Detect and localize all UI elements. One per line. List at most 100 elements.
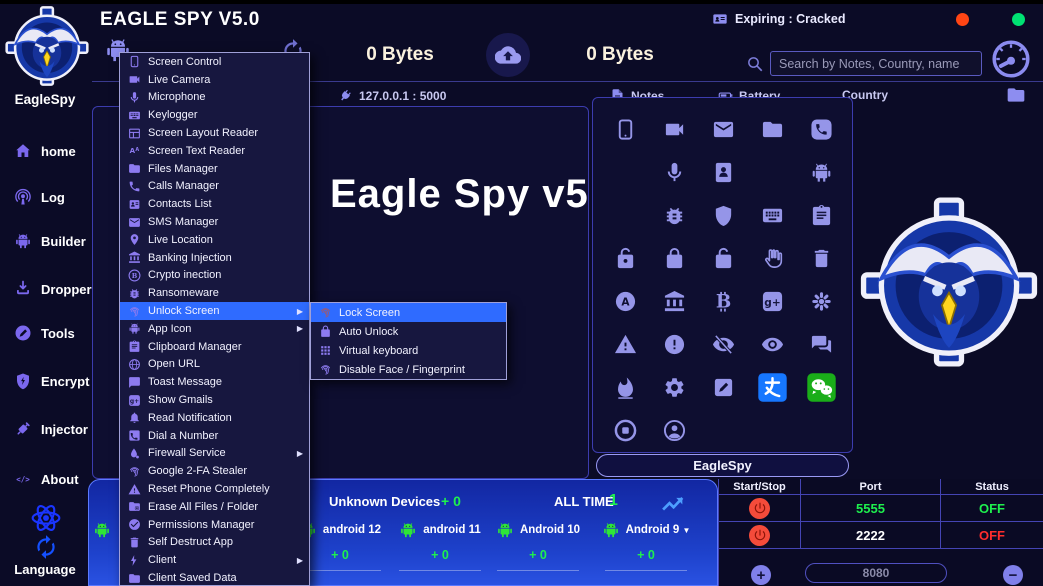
menu-item-screen-layout-reader[interactable]: Screen Layout Reader: [120, 124, 309, 142]
menu-item-banking-injection[interactable]: Banking Injection: [120, 249, 309, 267]
menu-item-contacts-list[interactable]: Contacts List: [120, 195, 309, 213]
bank-icon[interactable]: [663, 290, 686, 313]
sidebar-item-dropper[interactable]: Dropper: [14, 280, 90, 298]
menu-item-microphone[interactable]: Microphone: [120, 89, 309, 107]
android-icon[interactable]: [810, 161, 833, 184]
add-port-button[interactable]: +: [751, 565, 771, 585]
contacts-book-icon[interactable]: [712, 161, 735, 184]
keyboard-icon[interactable]: [761, 204, 784, 227]
submenu-item-label: Auto Unlock: [339, 326, 398, 338]
menu-item-screen-text-reader[interactable]: AAScreen Text Reader: [120, 142, 309, 160]
menu-item-dial-a-number[interactable]: Dial a Number: [120, 427, 309, 445]
folder-icon[interactable]: [761, 118, 784, 141]
menu-item-ransomeware[interactable]: Ransomeware: [120, 284, 309, 302]
menu-item-unlock-screen[interactable]: Unlock Screen▶: [120, 302, 309, 320]
menu-item-toast-message[interactable]: Toast Message: [120, 373, 309, 391]
menu-item-show-gmails[interactable]: g+Show Gmails: [120, 391, 309, 409]
sidebar-item-builder[interactable]: Builder: [14, 232, 90, 250]
menu-item-google-2-fa-stealer[interactable]: Google 2-FA Stealer: [120, 462, 309, 480]
power-toggle-button[interactable]: [749, 498, 770, 519]
menu-item-permissions-manager[interactable]: Permissions Manager: [120, 516, 309, 534]
refresh-language-icon[interactable]: [33, 534, 59, 560]
menu-item-live-location[interactable]: Live Location: [120, 231, 309, 249]
map-icon[interactable]: [761, 161, 784, 184]
shield-icon[interactable]: [712, 204, 735, 227]
bug-icon[interactable]: [663, 204, 686, 227]
submenu-item-disable-face-fingerprint[interactable]: Disable Face / Fingerprint: [311, 360, 506, 379]
warning-icon[interactable]: [614, 333, 637, 356]
power-icon: [753, 501, 767, 515]
menu-item-open-url[interactable]: Open URL: [120, 356, 309, 374]
chat-double-icon[interactable]: [810, 333, 833, 356]
eye-icon[interactable]: [761, 333, 784, 356]
gear-icon[interactable]: [663, 376, 686, 399]
building-icon[interactable]: [614, 161, 637, 184]
mail-icon[interactable]: [712, 118, 735, 141]
pinwheel-icon[interactable]: [810, 290, 833, 313]
device-filter-partial[interactable]: [87, 520, 117, 540]
menu-item-reset-phone-completely[interactable]: Reset Phone Completely: [120, 480, 309, 498]
statistics-chart-icon[interactable]: [659, 488, 687, 516]
menu-item-self-destruct-app[interactable]: Self Destruct App: [120, 534, 309, 552]
folder-button-icon[interactable]: [1006, 85, 1026, 105]
menu-item-keylogger[interactable]: Keylogger: [120, 106, 309, 124]
sidebar-item-about[interactable]: </>About: [14, 470, 90, 488]
menu-item-firewall-service[interactable]: Firewall Service▶: [120, 445, 309, 463]
menu-item-clipboard-manager[interactable]: Clipboard Manager: [120, 338, 309, 356]
paperclip-icon[interactable]: [614, 204, 637, 227]
clipboard-icon[interactable]: [810, 204, 833, 227]
search-input[interactable]: [770, 51, 982, 76]
bitcoin-icon[interactable]: B: [712, 290, 735, 313]
sidebar-item-log[interactable]: Log: [14, 188, 90, 206]
trash-icon[interactable]: [810, 247, 833, 270]
submenu-item-virtual-keyboard[interactable]: Virtual keyboard: [311, 341, 506, 360]
pen-square-icon[interactable]: [712, 376, 735, 399]
device-filter-android-11[interactable]: android 11+ 0: [385, 520, 495, 571]
window-minimize-dot[interactable]: [1012, 13, 1025, 26]
atom-icon[interactable]: [30, 502, 62, 534]
table-cell-status: OFF: [941, 495, 1043, 522]
power-toggle-button[interactable]: [749, 525, 770, 546]
menu-item-live-camera[interactable]: Live Camera: [120, 71, 309, 89]
device-filter-android-10[interactable]: Android 10+ 0: [483, 520, 593, 571]
window-close-dot[interactable]: [956, 13, 969, 26]
gplus-icon: g+: [128, 394, 141, 407]
circle-a-icon[interactable]: A: [614, 290, 637, 313]
flame-icon[interactable]: [614, 376, 637, 399]
wechat-icon[interactable]: [806, 372, 837, 403]
lock-open-icon[interactable]: [712, 247, 735, 270]
menu-item-calls-manager[interactable]: Calls Manager: [120, 178, 309, 196]
menu-item-crypto-inection[interactable]: BCrypto inection: [120, 267, 309, 285]
videocam-icon[interactable]: [663, 118, 686, 141]
menu-item-client[interactable]: Client▶: [120, 551, 309, 569]
lock-icon[interactable]: [663, 247, 686, 270]
menu-item-erase-all-files-folder[interactable]: Erase All Files / Folder: [120, 498, 309, 516]
stop-circle-icon[interactable]: [614, 419, 637, 442]
port-input[interactable]: [805, 563, 947, 583]
menu-item-screen-control[interactable]: Screen Control: [120, 53, 309, 71]
submenu-item-lock-screen[interactable]: Lock Screen: [311, 303, 506, 322]
eaglespy-pill-button[interactable]: EagleSpy: [596, 454, 849, 477]
menu-item-sms-manager[interactable]: SMS Manager: [120, 213, 309, 231]
person-circle-icon[interactable]: [663, 419, 686, 442]
gplus-icon[interactable]: g+: [761, 290, 784, 313]
hand-icon[interactable]: [761, 247, 784, 270]
menu-item-read-notification[interactable]: Read Notification: [120, 409, 309, 427]
sidebar-item-tools[interactable]: Tools: [14, 324, 90, 342]
phone-badge-icon[interactable]: [810, 118, 833, 141]
menu-item-files-manager[interactable]: Files Manager: [120, 160, 309, 178]
device-filter-android-9[interactable]: Android 9 ▼+ 0: [591, 520, 701, 571]
sidebar-item-home[interactable]: home: [14, 142, 90, 160]
eye-off-icon[interactable]: [712, 333, 735, 356]
menu-item-app-icon[interactable]: App Icon▶: [120, 320, 309, 338]
remove-port-button[interactable]: −: [1003, 565, 1023, 585]
menu-item-client-saved-data[interactable]: Client Saved Data: [120, 569, 309, 586]
mic-icon[interactable]: [663, 161, 686, 184]
tablet-icon[interactable]: [614, 118, 637, 141]
error-circle-icon[interactable]: [663, 333, 686, 356]
sidebar-item-injector[interactable]: Injector: [14, 420, 90, 438]
sidebar-item-encrypt[interactable]: Encrypt: [14, 372, 90, 390]
alipay-icon[interactable]: [757, 372, 788, 403]
unlock-keyhole-icon[interactable]: [614, 247, 637, 270]
submenu-item-auto-unlock[interactable]: Auto Unlock: [311, 322, 506, 341]
